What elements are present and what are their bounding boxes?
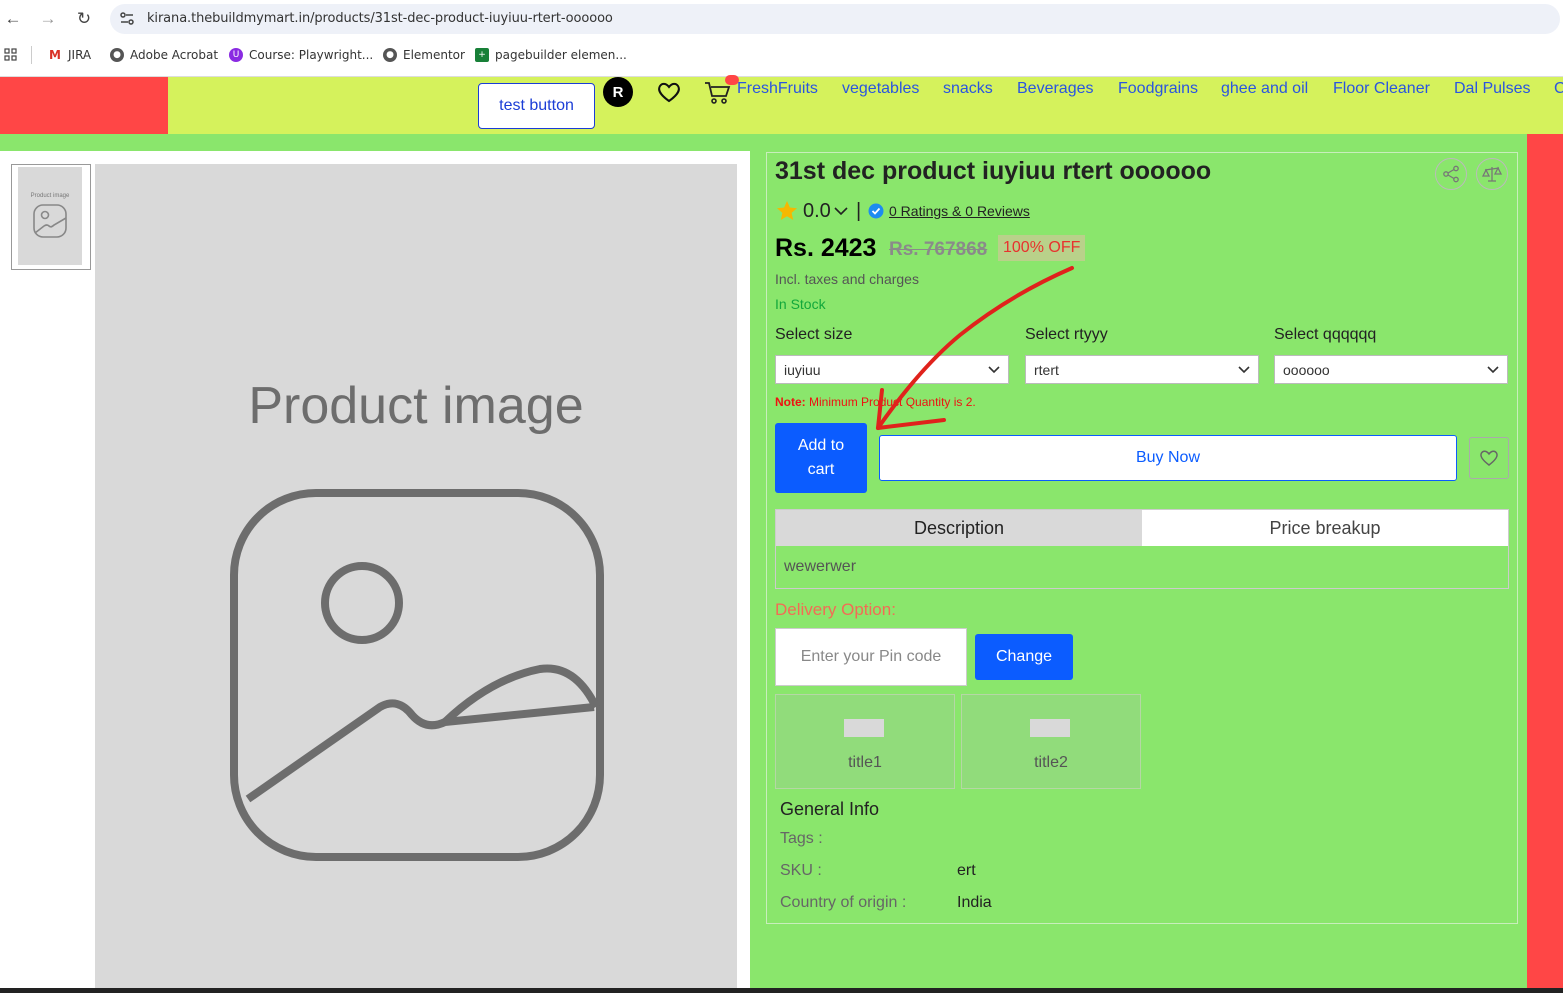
qqqqqq-select-value: oooooo — [1283, 361, 1330, 378]
card-title: title1 — [848, 754, 882, 771]
card-title: title2 — [1034, 754, 1068, 771]
select-qqqqqq-label: Select qqqqqq — [1274, 326, 1377, 343]
sheets-icon: + — [475, 48, 489, 62]
delivery-option-label: Delivery Option: — [775, 600, 896, 619]
ratings-reviews-link[interactable]: 0 Ratings & 0 Reviews — [889, 203, 1030, 219]
selling-price: Rs. 2423 — [775, 234, 877, 262]
site-settings-icon[interactable] — [118, 10, 136, 28]
page-top-strip — [0, 134, 1527, 151]
nav-link-ghee-and-oil[interactable]: ghee and oil — [1221, 80, 1308, 98]
user-avatar[interactable]: R — [603, 77, 633, 107]
nav-link-snacks[interactable]: snacks — [943, 80, 993, 98]
globe-icon: ● — [383, 48, 397, 62]
star-icon — [776, 200, 797, 220]
tags-label: Tags : — [780, 830, 823, 847]
country-of-origin-label: Country of origin : — [780, 894, 907, 911]
bookmark-label: JIRA — [68, 48, 92, 62]
taskbar-edge — [0, 988, 1563, 993]
sku-label: SKU : — [780, 862, 822, 879]
bookmark-label: Elementor — [403, 48, 465, 62]
bookmark-pagebuilder[interactable]: + pagebuilder elemen... — [475, 48, 627, 62]
share-icon[interactable] — [1435, 158, 1467, 190]
nav-link-foodgrains[interactable]: Foodgrains — [1118, 80, 1198, 98]
original-price: Rs. 767868 — [889, 239, 988, 260]
bookmark-divider — [31, 46, 32, 64]
bookmark-course[interactable]: U Course: Playwright... — [229, 48, 373, 62]
test-button[interactable]: test button — [478, 83, 595, 129]
apps-grid-icon[interactable] — [4, 48, 18, 67]
nav-link-truncated[interactable]: C — [1554, 80, 1563, 98]
back-icon[interactable]: ← — [2, 8, 24, 30]
description-text: wewerwer — [784, 558, 857, 575]
note-label: Note: — [775, 395, 806, 409]
bookmark-elementor[interactable]: ● Elementor — [383, 48, 465, 62]
bookmark-label: Course: Playwright... — [249, 48, 374, 62]
chevron-down-icon[interactable] — [834, 204, 848, 218]
rating-value: 0.0 — [803, 200, 831, 222]
bookmark-adobe[interactable]: ● Adobe Acrobat — [110, 48, 218, 62]
nav-link-dal-pulses[interactable]: Dal Pulses — [1454, 80, 1530, 98]
main-image-label: Product image — [248, 377, 584, 435]
stock-status: In Stock — [775, 296, 826, 312]
size-select-value: iuyiuu — [784, 361, 821, 378]
option-card-title1[interactable]: title1 — [775, 694, 955, 789]
nav-link-freshfruits[interactable]: FreshFruits — [737, 80, 818, 98]
thumbnail-label: Product image — [30, 193, 70, 199]
forward-icon[interactable]: → — [37, 8, 59, 30]
nav-link-vegetables[interactable]: vegetables — [842, 80, 919, 98]
image-placeholder-icon — [230, 489, 604, 868]
compare-icon[interactable] — [1476, 158, 1508, 190]
rating-separator: | — [856, 200, 862, 222]
annotation-arrow-icon — [876, 266, 1074, 430]
gmail-icon: M — [49, 48, 61, 62]
select-size-label: Select size — [775, 326, 853, 343]
nav-link-floor-cleaner[interactable]: Floor Cleaner — [1333, 80, 1430, 98]
card-image — [1030, 719, 1070, 737]
discount-badge: 100% OFF — [998, 235, 1086, 261]
card-image — [844, 719, 884, 737]
globe-icon: ● — [110, 48, 124, 62]
wishlist-button[interactable] — [1469, 437, 1509, 479]
wishlist-heart-icon[interactable] — [655, 79, 683, 105]
bookmark-label: Adobe Acrobat — [130, 48, 219, 62]
page-right-border — [1527, 134, 1563, 993]
country-of-origin-value: India — [957, 894, 992, 911]
header-logo-area — [0, 77, 168, 134]
course-icon: U — [229, 48, 243, 62]
sku-value: ert — [957, 862, 976, 879]
nav-link-beverages[interactable]: Beverages — [1017, 80, 1094, 98]
heart-icon — [1480, 450, 1498, 466]
verified-badge-icon — [868, 203, 884, 219]
image-placeholder-icon — [32, 203, 68, 244]
chevron-down-icon — [1487, 365, 1499, 373]
bookmark-jira[interactable]: M JIRA — [48, 48, 91, 62]
tab-price-breakup[interactable]: Price breakup — [1142, 510, 1508, 546]
chevron-down-icon — [1238, 365, 1250, 373]
reload-icon[interactable]: ↻ — [73, 8, 95, 30]
bookmark-label: pagebuilder elemen... — [495, 48, 627, 62]
add-to-cart-button[interactable]: Add to cart — [775, 423, 867, 493]
option-card-title2[interactable]: title2 — [961, 694, 1141, 789]
pincode-input[interactable]: Enter your Pin code — [775, 628, 967, 686]
url-text[interactable]: kirana.thebuildmymart.in/products/31st-d… — [147, 11, 613, 26]
change-pincode-button[interactable]: Change — [975, 634, 1073, 680]
general-info-title: General Info — [780, 799, 880, 819]
tab-description[interactable]: Description — [776, 510, 1142, 546]
product-title: 31st dec product iuyiuu rtert oooooo — [775, 157, 1212, 185]
qqqqqq-select[interactable]: oooooo — [1274, 355, 1508, 384]
buy-now-button[interactable]: Buy Now — [879, 435, 1457, 481]
